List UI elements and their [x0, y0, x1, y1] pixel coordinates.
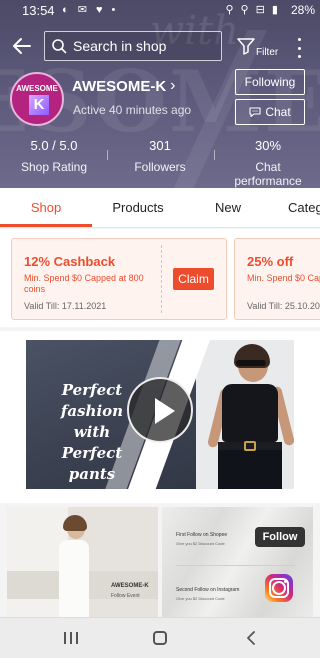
active-tab-indicator — [0, 224, 92, 227]
back-arrow-icon[interactable] — [10, 34, 34, 58]
tab-categories[interactable]: Categ — [272, 188, 320, 228]
instagram-icon — [265, 574, 293, 602]
search-placeholder: Search in shop — [73, 38, 167, 54]
following-button[interactable]: Following — [235, 69, 305, 95]
voucher-strip: 12% Cashback Min. Spend $0 Capped at 800… — [0, 229, 320, 327]
stat-label: Shop Rating — [20, 160, 88, 174]
card-divider — [176, 565, 296, 566]
model-figure — [59, 540, 89, 617]
chat-bubble-icon — [249, 107, 261, 118]
search-icon — [52, 39, 67, 54]
more-options-icon[interactable] — [294, 38, 304, 58]
filter-label: Filter — [256, 47, 279, 58]
recent-apps-icon[interactable] — [64, 632, 78, 644]
promo-cards: AWESOME-K Follow Event First Follow on S… — [0, 503, 320, 617]
card-text: Give you $2 Discount Code — [176, 596, 225, 601]
voucher-condition: Min. Spend $0 Capped at 800 coins — [24, 273, 144, 294]
claim-button[interactable]: Claim — [173, 268, 214, 290]
voucher-card[interactable]: 25% off Min. Spend $0 Capped at Valid Ti… — [234, 238, 320, 320]
card-subtitle: Follow Event — [111, 593, 140, 599]
stat-followers: 301 Followers — [120, 138, 200, 174]
shop-name-link[interactable]: AWESOME-K › — [72, 77, 176, 95]
chat-label: Chat — [265, 105, 291, 119]
status-bar: 13:54 ◐ ✉ ♥ • ⚲ ⚲ ⊟ ▮ 28% — [0, 0, 320, 22]
shop-avatar[interactable]: AWESOME K — [10, 72, 64, 126]
stat-value: 301 — [149, 138, 171, 153]
follow-event-card[interactable]: AWESOME-K Follow Event — [7, 507, 158, 617]
card-text: Second Follow on Instagram — [176, 587, 240, 593]
voucher-validity: Valid Till: 17.11.2021 — [24, 301, 107, 311]
stat-chat-performance: 30% Chat performance — [222, 138, 314, 188]
stat-shop-rating: 5.0 / 5.0 Shop Rating — [14, 138, 94, 174]
follow-badge: Follow — [255, 527, 305, 547]
shop-tabs: Shop Products New Categ — [0, 188, 320, 228]
home-icon[interactable] — [153, 631, 167, 645]
shop-name: AWESOME-K — [72, 77, 167, 95]
stat-divider — [107, 150, 108, 160]
system-icons: ⚲ ⚲ ⊟ ▮ — [225, 4, 280, 16]
video-section: Perfect fashion with Perfect pants — [0, 331, 320, 503]
search-input[interactable]: Search in shop — [44, 31, 222, 61]
voucher-card[interactable]: 12% Cashback Min. Spend $0 Capped at 800… — [11, 238, 227, 320]
notification-icons: ◐ ✉ ♥ • — [62, 4, 119, 16]
voucher-validity: Valid Till: 25.10.202 — [247, 301, 320, 311]
stat-label: Chat performance — [234, 160, 302, 188]
filter-icon — [237, 38, 255, 55]
stat-divider — [214, 150, 215, 160]
nav-back-icon[interactable] — [244, 630, 260, 646]
avatar-logo-letter: K — [29, 95, 49, 115]
status-time: 13:54 — [22, 3, 55, 18]
tab-products[interactable]: Products — [92, 188, 184, 228]
video-banner[interactable]: Perfect fashion with Perfect pants — [26, 340, 294, 489]
voucher-divider — [161, 245, 162, 313]
card-brand: AWESOME-K — [111, 583, 149, 589]
filter-button[interactable]: Filter — [234, 34, 282, 60]
voucher-condition: Min. Spend $0 Capped at — [247, 273, 320, 283]
stat-value: 5.0 / 5.0 — [30, 138, 78, 153]
tab-new[interactable]: New — [184, 188, 272, 228]
system-nav-bar — [0, 617, 320, 658]
stat-label: Followers — [134, 160, 186, 174]
voucher-title: 25% off — [247, 254, 294, 269]
play-icon[interactable] — [127, 377, 193, 443]
shop-header: AWESOME with 13:54 ◐ ✉ ♥ • ⚲ ⚲ ⊟ ▮ 28% S… — [0, 0, 320, 188]
model-figure — [236, 360, 266, 366]
shop-page: AWESOME with 13:54 ◐ ✉ ♥ • ⚲ ⚲ ⊟ ▮ 28% S… — [0, 0, 320, 658]
voucher-title: 12% Cashback — [24, 254, 116, 269]
stat-value: 30% — [254, 138, 282, 153]
card-text: Give you $2 Discount Code — [176, 541, 225, 546]
chat-button[interactable]: Chat — [235, 99, 305, 125]
follow-instagram-card[interactable]: First Follow on Shopee Give you $2 Disco… — [162, 507, 313, 617]
shop-activity-status: Active 40 minutes ago — [73, 103, 192, 117]
model-figure — [244, 441, 256, 451]
battery-level: 28% — [290, 3, 315, 17]
banner-line: Perfect pants — [61, 444, 123, 483]
model-figure — [222, 384, 278, 442]
avatar-logo-text: AWESOME — [16, 84, 58, 93]
card-text: First Follow on Shopee — [176, 532, 228, 538]
tab-shop[interactable]: Shop — [0, 188, 92, 228]
chevron-right-icon: › — [170, 77, 176, 94]
